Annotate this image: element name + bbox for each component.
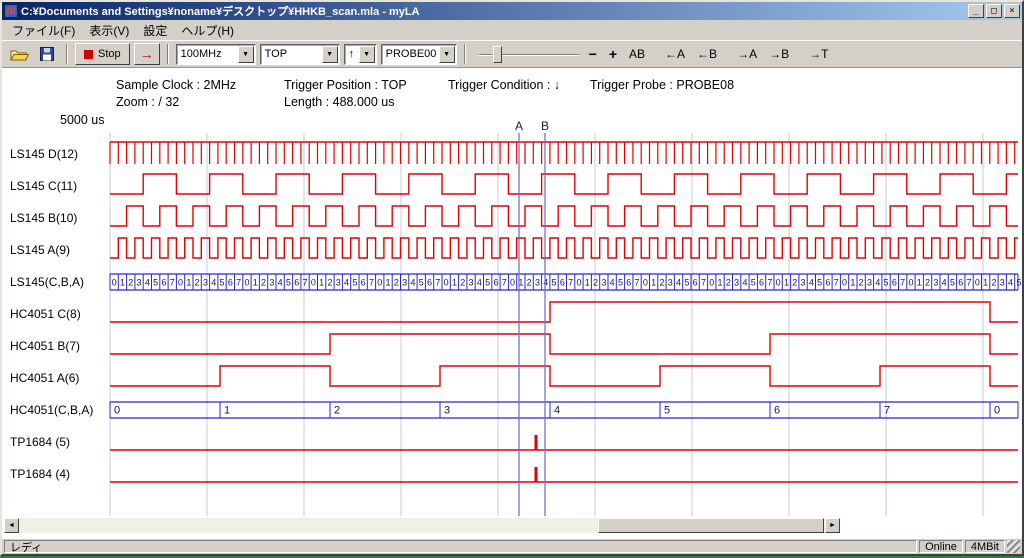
open-file-button[interactable] — [7, 43, 31, 65]
app-window: C:¥Documents and Settings¥noname¥デスクトップ¥… — [0, 0, 1024, 556]
channel-label-hc4051-bus: HC4051(C,B,A) — [10, 403, 110, 417]
channel-label-ls145-d: LS145 D(12) — [10, 147, 110, 161]
status-memory-text: 4MBit — [971, 541, 999, 553]
run-arrow-icon: → — [140, 47, 154, 61]
length-info: Length : 488.000 us — [284, 95, 395, 109]
trigger-probe-info: Trigger Probe : PROBE08 — [590, 78, 734, 92]
trigger-edge-value: ↑ — [345, 48, 358, 60]
move-cursor-b-button[interactable]: →B — [765, 43, 793, 65]
chevron-down-icon[interactable]: ▼ — [439, 46, 455, 63]
menu-item-view[interactable]: 表示(V) — [82, 20, 136, 41]
trigger-position-value: TOP — [261, 48, 321, 60]
horizontal-scrollbar[interactable]: ◄ ► — [4, 518, 840, 533]
zoom-slider[interactable] — [477, 44, 581, 65]
chevron-down-icon[interactable]: ▼ — [238, 46, 254, 63]
zoom-in-button[interactable]: + — [605, 43, 621, 65]
waveform-area[interactable] — [2, 68, 1022, 539]
resize-grip[interactable] — [1007, 540, 1020, 553]
chevron-down-icon[interactable]: ▼ — [359, 46, 375, 63]
toolbar-separator — [167, 44, 169, 64]
sample-clock-info: Sample Clock : 2MHz — [116, 78, 236, 92]
goto-trigger-button[interactable]: →T — [805, 43, 832, 65]
stop-label: Stop — [98, 48, 121, 60]
channel-label-tp1684-5: TP1684 (5) — [10, 435, 110, 449]
channel-label-ls145-c: LS145 C(11) — [10, 179, 110, 193]
channel-label-hc4051-b: HC4051 B(7) — [10, 339, 110, 353]
goto-cursor-a-button[interactable]: ←A — [661, 43, 689, 65]
cursor-ab-button[interactable]: AB — [625, 43, 649, 65]
zoom-info: Zoom : / 32 — [116, 95, 179, 109]
zoom-slider-thumb[interactable] — [493, 46, 502, 63]
chevron-down-icon[interactable]: ▼ — [322, 46, 338, 63]
status-memory: 4MBit — [965, 540, 1005, 553]
scrollbar-thumb[interactable] — [598, 518, 824, 533]
trigger-position-select[interactable]: TOP ▼ — [260, 44, 340, 65]
channel-label-ls145-bus: LS145(C,B,A) — [10, 275, 110, 289]
status-bar: レディ Online 4MBit — [2, 539, 1022, 554]
toolbar-separator — [66, 44, 68, 64]
run-button[interactable]: → — [134, 43, 160, 65]
channel-label-tp1684-4: TP1684 (4) — [10, 467, 110, 481]
maximize-button[interactable]: □ — [986, 4, 1002, 18]
move-cursor-a-button[interactable]: →A — [733, 43, 761, 65]
scroll-left-button[interactable]: ◄ — [4, 518, 19, 533]
status-online-text: Online — [925, 541, 957, 553]
menu-item-file[interactable]: ファイル(F) — [5, 20, 82, 41]
goto-cursor-b-button[interactable]: ←B — [693, 43, 721, 65]
floppy-icon — [40, 47, 54, 61]
trigger-condition-info: Trigger Condition : ↓ — [448, 78, 560, 92]
zoom-out-button[interactable]: − — [585, 43, 601, 65]
channel-label-hc4051-a: HC4051 A(6) — [10, 371, 110, 385]
scroll-right-button[interactable]: ► — [825, 518, 840, 533]
open-folder-icon — [10, 48, 29, 61]
channel-label-ls145-a: LS145 A(9) — [10, 243, 110, 257]
trigger-probe-select[interactable]: PROBE00 ▼ — [381, 44, 457, 65]
app-icon — [4, 4, 18, 18]
status-online: Online — [919, 540, 963, 553]
menu-item-settings[interactable]: 設定 — [136, 20, 174, 41]
minimize-button[interactable]: _ — [968, 4, 984, 18]
trigger-probe-value: PROBE00 — [382, 48, 438, 60]
status-message: レディ — [4, 540, 917, 553]
channel-label-hc4051-c: HC4051 C(8) — [10, 307, 110, 321]
trigger-edge-select[interactable]: ↑ ▼ — [344, 44, 377, 65]
toolbar: Stop → 100MHz ▼ TOP ▼ ↑ ▼ PROBE00 ▼ − + … — [2, 40, 1022, 68]
time-scale-label: 5000 us — [60, 113, 104, 127]
toolbar-separator — [464, 44, 466, 64]
save-button[interactable] — [35, 43, 59, 65]
title-bar[interactable]: C:¥Documents and Settings¥noname¥デスクトップ¥… — [2, 2, 1022, 20]
sample-clock-select[interactable]: 100MHz ▼ — [176, 44, 256, 65]
window-title: C:¥Documents and Settings¥noname¥デスクトップ¥… — [21, 3, 965, 19]
stop-icon — [84, 50, 93, 59]
channel-label-ls145-b: LS145 B(10) — [10, 211, 110, 225]
close-button[interactable]: × — [1004, 4, 1020, 18]
trigger-position-info: Trigger Position : TOP — [284, 78, 407, 92]
sample-clock-value: 100MHz — [177, 48, 237, 60]
menu-bar: ファイル(F) 表示(V) 設定 ヘルプ(H) — [2, 20, 1022, 40]
status-ready-text: レディ — [10, 539, 42, 555]
stop-button[interactable]: Stop — [75, 43, 130, 65]
menu-item-help[interactable]: ヘルプ(H) — [174, 20, 241, 41]
